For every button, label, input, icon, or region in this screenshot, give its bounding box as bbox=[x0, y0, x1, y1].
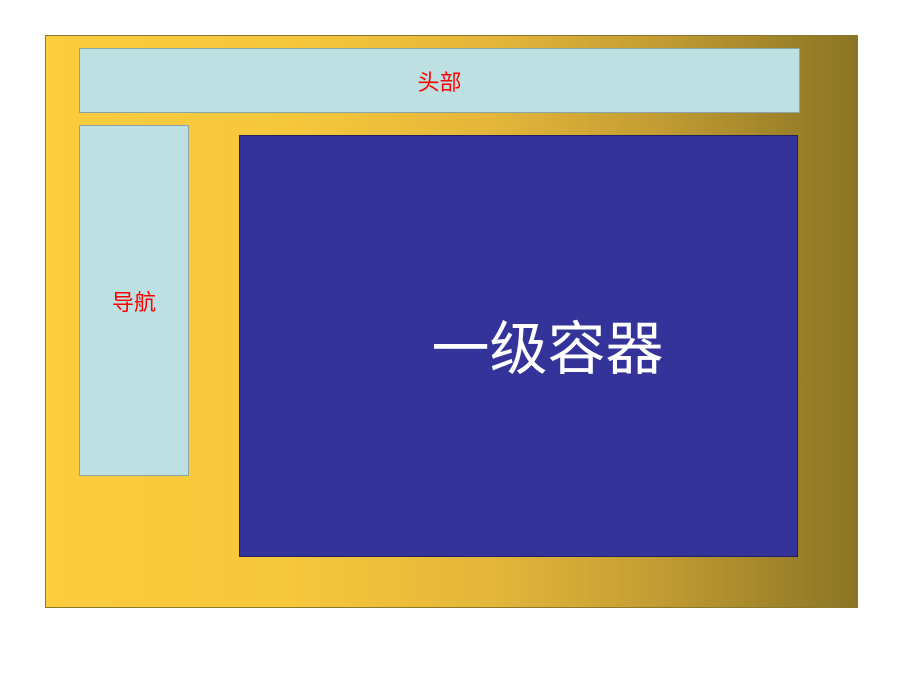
nav-box: 导航 bbox=[79, 125, 189, 476]
header-box: 头部 bbox=[79, 48, 800, 113]
header-label: 头部 bbox=[417, 70, 462, 96]
primary-container-box: 一级容器 bbox=[239, 135, 798, 557]
nav-label: 导航 bbox=[111, 290, 156, 316]
primary-container-label: 一级容器 bbox=[431, 315, 664, 383]
